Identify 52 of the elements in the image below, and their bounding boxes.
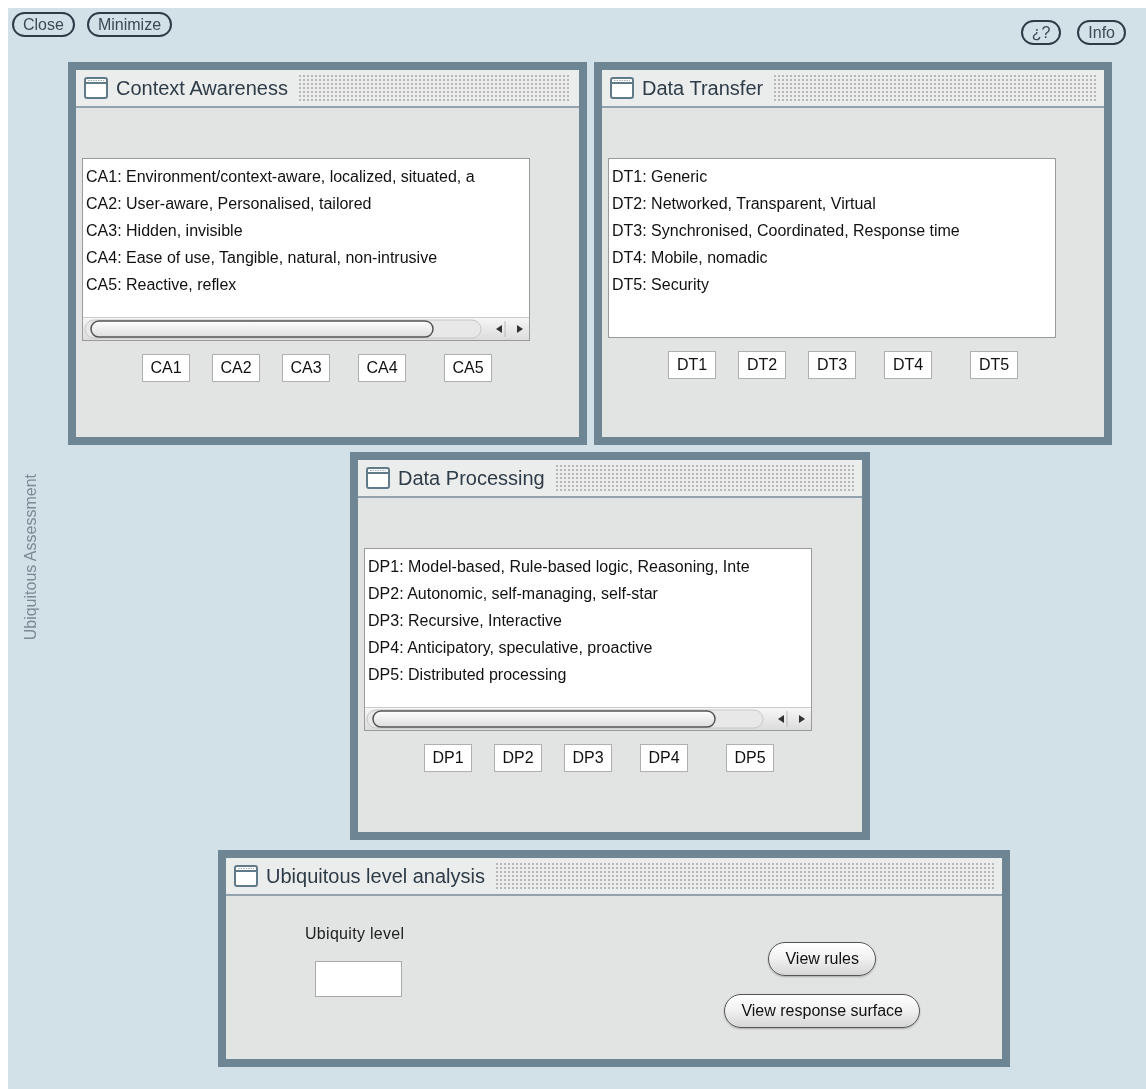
window-title: Data Processing [398,466,545,490]
window-title: Context Awareness [116,76,288,100]
code-field[interactable]: CA4 [358,354,406,382]
horizontal-scrollbar[interactable] [365,707,811,730]
top-button[interactable]: Close [12,12,75,37]
list-item[interactable]: CA3: Hidden, invisible [83,217,249,244]
list-box[interactable]: DT1: Generic DT2: Networked, Transparent, Virtual DT3: Synchronised, Coordinated, Response time DT4: Mobile, nomadic DT5: Security [608,158,1056,338]
code-field[interactable]: DT5 [970,351,1018,379]
list-item[interactable]: DP1: Model-based, Rule-based logic, Reasoning, Inte [365,553,756,580]
list-item[interactable]: CA2: User-aware, Personalised, tailored [83,190,378,217]
top-button[interactable]: Info [1077,20,1126,45]
code-field[interactable]: DT3 [808,351,856,379]
window-icon [84,77,108,99]
field-label: Ubiquity level [305,925,405,943]
list-item[interactable]: DP2: Autonomic, self-managing, self-star [365,580,664,607]
code-field[interactable]: DP3 [564,744,612,772]
window-icon [234,865,258,887]
code-field[interactable]: DT2 [738,351,786,379]
action-button[interactable]: View response surface [724,994,920,1028]
list-box[interactable]: DP1: Model-based, Rule-based logic, Reasoning, Inte DP2: Autonomic, self-managing, self-star DP3: Recursive, Interactive DP4: Anticipatory, speculative, proactive DP5: Distributed processing [364,548,812,731]
code-field[interactable]: DT4 [884,351,932,379]
window-title: Data Transfer [642,76,764,100]
code-field[interactable]: DP4 [640,744,688,772]
window-title: Ubiquitous level analysis [266,864,485,888]
list-item[interactable]: DP3: Recursive, Interactive [365,607,568,634]
list-item[interactable]: DT1: Generic [609,163,714,190]
list-item[interactable]: DT5: Security [609,271,715,298]
list-item[interactable]: DP4: Anticipatory, speculative, proactive [365,634,659,661]
window-icon [366,467,390,489]
list-item[interactable]: DP5: Distributed processing [365,661,573,688]
code-field[interactable]: CA5 [444,354,492,382]
code-field[interactable]: DT1 [668,351,716,379]
window-icon [610,77,634,99]
horizontal-scrollbar[interactable] [83,317,529,340]
code-field[interactable]: DP2 [494,744,542,772]
code-field[interactable]: CA2 [212,354,260,382]
code-field[interactable]: DP1 [424,744,472,772]
code-field[interactable]: CA3 [282,354,330,382]
ubiquity-level-field[interactable] [315,961,402,997]
side-label: Ubiquitous Assessment [22,474,40,641]
action-button[interactable]: View rules [768,942,876,976]
list-item[interactable]: DT4: Mobile, nomadic [609,244,774,271]
list-item[interactable]: DT3: Synchronised, Coordinated, Response time [609,217,966,244]
code-field[interactable]: DP5 [726,744,774,772]
list-item[interactable]: CA5: Reactive, reflex [83,271,243,298]
top-button[interactable]: ¿? [1020,20,1062,45]
top-button[interactable]: Minimize [86,12,173,37]
list-item[interactable]: CA1: Environment/context-aware, localized, situated, a [83,163,481,190]
code-field[interactable]: CA1 [142,354,190,382]
list-item[interactable]: CA4: Ease of use, Tangible, natural, non-intrusive [83,244,444,271]
list-item[interactable]: DT2: Networked, Transparent, Virtual [609,190,882,217]
list-box[interactable]: CA1: Environment/context-aware, localized, situated, a CA2: User-aware, Personalised, tailored CA3: Hidden, invisible CA4: Ease of use, Tangible, natural, non-intrusive CA5: Reactive, reflex [82,158,530,341]
